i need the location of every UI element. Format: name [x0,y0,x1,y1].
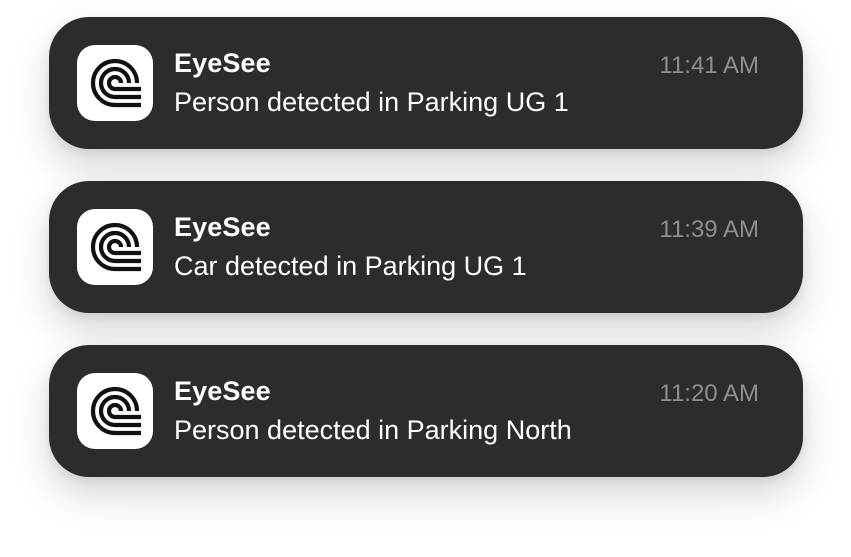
app-name: EyeSee [174,212,271,242]
notification-card[interactable]: EyeSee Person detected in Parking North … [49,345,803,477]
eyesee-logo-icon [77,209,153,285]
notification-message: Person detected in Parking North [174,415,572,445]
notification-time: 11:41 AM [659,52,759,79]
notification-card[interactable]: EyeSee Person detected in Parking UG 1 1… [49,17,803,149]
notification-message: Car detected in Parking UG 1 [174,251,527,281]
notification-time: 11:39 AM [659,216,759,243]
eyesee-logo-icon [77,373,153,449]
notification-card[interactable]: EyeSee Car detected in Parking UG 1 11:3… [49,181,803,313]
app-name: EyeSee [174,376,271,406]
notification-message: Person detected in Parking UG 1 [174,87,569,117]
notification-stack: EyeSee Person detected in Parking UG 1 1… [0,0,851,557]
eyesee-logo-icon [77,45,153,121]
app-name: EyeSee [174,48,271,78]
notification-time: 11:20 AM [659,380,759,407]
